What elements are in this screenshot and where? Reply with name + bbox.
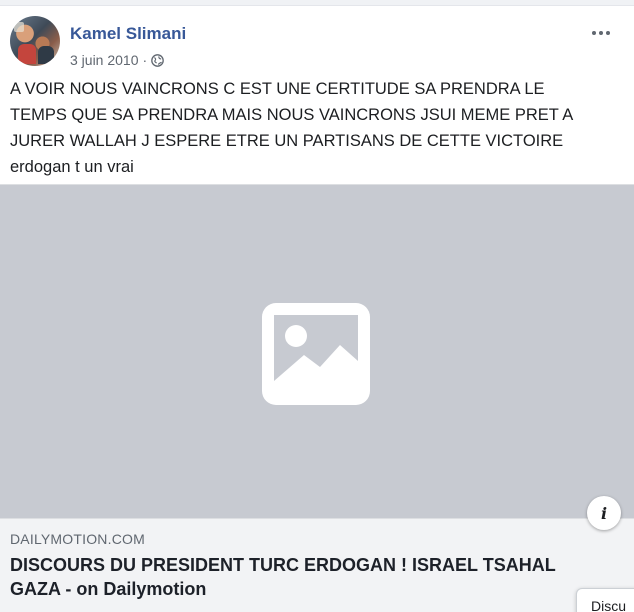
- meta-separator: ·: [142, 52, 148, 68]
- link-title-line: DISCOURS DU PRESIDENT TURC ERDOGAN ! ISR…: [10, 555, 556, 575]
- info-button[interactable]: i: [587, 496, 621, 530]
- tooltip: Discu: [576, 588, 634, 612]
- facebook-post: Kamel Slimani 3 juin 2010 · A VOIR NOUS …: [0, 6, 634, 612]
- more-options-icon[interactable]: [588, 24, 614, 42]
- post-date-link[interactable]: 3 juin 2010: [70, 52, 139, 68]
- link-title-line: GAZA - on Dailymotion: [10, 579, 207, 599]
- message-line: TEMPS QUE SA PRENDRA MAIS NOUS VAINCRONS…: [10, 106, 574, 124]
- message-line: A VOIR NOUS VAINCRONS C EST UNE CERTITUD…: [10, 80, 545, 98]
- post-header: Kamel Slimani 3 juin 2010 ·: [10, 16, 624, 68]
- avatar-figure: [38, 46, 54, 64]
- post-message: A VOIR NOUS VAINCRONS C EST UNE CERTITUD…: [10, 76, 624, 180]
- image-placeholder-icon: [262, 303, 370, 405]
- link-domain: DAILYMOTION.COM: [10, 531, 145, 547]
- message-line: erdogan t un vrai: [10, 158, 134, 176]
- globe-icon[interactable]: [151, 53, 165, 67]
- avatar-detail: [14, 22, 24, 32]
- avatar-figure: [18, 44, 36, 64]
- link-title[interactable]: DISCOURS DU PRESIDENT TURC ERDOGAN ! ISR…: [10, 553, 600, 601]
- link-card[interactable]: DAILYMOTION.COM DISCOURS DU PRESIDENT TU…: [0, 518, 634, 612]
- post-meta: 3 juin 2010 ·: [70, 52, 165, 68]
- avatar[interactable]: [10, 16, 60, 66]
- author-name-link[interactable]: Kamel Slimani: [70, 24, 186, 44]
- link-preview-image[interactable]: [0, 184, 634, 518]
- message-line: JURER WALLAH J ESPERE ETRE UN PARTISANS …: [10, 132, 564, 150]
